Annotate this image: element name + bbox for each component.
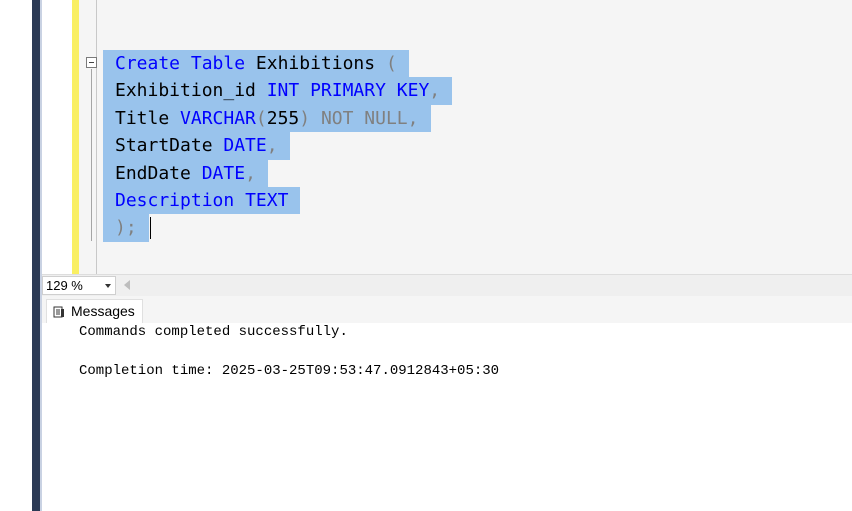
code-token: ); [115,217,137,239]
code-token: Table [190,53,246,74]
code-token: ) [299,107,311,129]
code-line[interactable]: Description TEXT [103,186,452,215]
code-line[interactable]: StartDate DATE, [103,132,452,160]
query-editor[interactable]: Create Table Exhibitions (Exhibition_id … [42,0,852,274]
sql-code[interactable]: Create Table Exhibitions (Exhibition_id … [103,50,453,242]
selection-highlight: StartDate DATE, [103,132,290,160]
code-token: , [407,107,419,129]
code-token: Description [115,189,235,211]
code-token: DATE [223,135,267,157]
zoom-dropdown[interactable]: 129 % [42,276,116,295]
code-token: , [266,135,278,157]
gutter-divider [96,0,97,274]
text-caret [149,217,151,240]
code-token: Exhibitions [245,53,386,74]
outline-fold-line [91,69,92,241]
code-token: 255 [266,107,300,129]
results-tabs: Messages [42,296,852,324]
left-edge [0,0,42,511]
selection-highlight: Exhibition_id INT PRIMARY KEY, [103,77,453,105]
code-token: , [245,162,256,184]
code-token: NOT [320,107,354,129]
zoom-bar: 129 % [42,274,852,297]
chevron-down-icon[interactable] [105,284,111,288]
scroll-left-icon[interactable] [124,280,130,290]
code-token: ( [385,53,397,74]
code-line[interactable]: EndDate DATE, [103,159,452,187]
code-token: EndDate [115,162,202,184]
code-token: ( [255,107,267,129]
zoom-value: 129 % [46,278,83,293]
code-token: VARCHAR [180,107,256,129]
selection-highlight: Title VARCHAR(255) NOT NULL, [103,104,431,133]
messages-panel: Commands completed successfully. Complet… [42,323,852,511]
code-token: INT [266,80,300,102]
outline-gutter [79,0,97,274]
message-line: Completion time: 2025-03-25T09:53:47.091… [79,363,500,379]
collapse-icon[interactable] [86,57,97,68]
code-token: PRIMARY [310,80,386,102]
code-token: StartDate [115,135,224,157]
selection-highlight: Description TEXT [103,186,301,215]
code-line[interactable]: Create Table Exhibitions ( [103,50,452,78]
code-token: , [429,80,441,102]
selection-highlight: EndDate DATE, [103,159,268,187]
code-token: Exhibition_id [115,80,267,102]
code-token: Title [115,107,181,129]
code-token: TEXT [245,189,289,211]
selection-highlight: ); [103,214,149,242]
code-token: NULL [364,107,408,129]
code-token: KEY [396,80,430,102]
editor-margin [42,0,72,274]
tab-messages[interactable]: Messages [46,299,143,323]
code-line[interactable]: Title VARCHAR(255) NOT NULL, [103,104,452,133]
selection-highlight: Create Table Exhibitions ( [103,50,409,78]
messages-icon [53,306,64,318]
code-line[interactable]: Exhibition_id INT PRIMARY KEY, [103,77,453,105]
code-line[interactable]: ); [103,214,452,242]
tab-messages-label: Messages [71,303,135,319]
change-tracking-bar [72,0,79,274]
code-token: Create [115,53,181,74]
message-line: Commands completed successfully. [79,324,348,340]
code-token: DATE [201,162,246,184]
